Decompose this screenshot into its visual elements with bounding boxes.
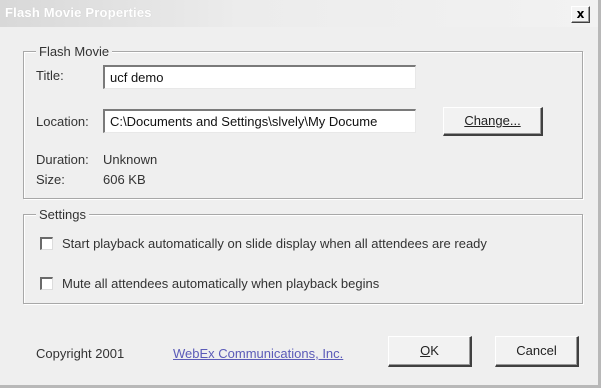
mute-attendees-checkbox[interactable]	[40, 277, 53, 290]
window-title: Flash Movie Properties	[5, 5, 152, 20]
size-value: 606 KB	[103, 172, 146, 187]
ok-button[interactable]: OK	[388, 336, 472, 367]
copyright-text: Copyright 2001	[36, 346, 125, 361]
cancel-button[interactable]: Cancel	[495, 336, 579, 367]
close-button[interactable]: x	[571, 6, 590, 23]
duration-value: Unknown	[103, 152, 158, 167]
flash-movie-properties-dialog: Flash Movie Properties x Flash Movie Tit…	[0, 0, 601, 388]
cancel-button-label: Cancel	[516, 343, 557, 358]
duration-label: Duration:	[36, 152, 89, 167]
autoplay-checkbox-label[interactable]: Start playback automatically on slide di…	[62, 236, 487, 251]
ok-button-mnemonic: O	[420, 343, 431, 358]
settings-group-label: Settings	[36, 207, 89, 222]
webex-link[interactable]: WebEx Communications, Inc.	[173, 346, 343, 361]
flash-movie-group-label: Flash Movie	[36, 44, 113, 59]
location-input[interactable]: C:\Documents and Settings\slvely\My Docu…	[103, 109, 416, 133]
close-icon: x	[576, 7, 585, 21]
size-label: Size:	[36, 172, 65, 187]
title-label: Title:	[36, 68, 64, 83]
title-input[interactable]: ucf demo	[103, 65, 416, 89]
change-button-label: Change...	[464, 113, 521, 128]
ok-button-label: K	[430, 343, 439, 358]
location-label: Location:	[36, 114, 89, 129]
mute-attendees-checkbox-label[interactable]: Mute all attendees automatically when pl…	[62, 276, 379, 291]
title-bar[interactable]: Flash Movie Properties x	[0, 0, 598, 27]
change-button[interactable]: Change...	[443, 107, 543, 136]
autoplay-checkbox[interactable]	[40, 237, 53, 250]
